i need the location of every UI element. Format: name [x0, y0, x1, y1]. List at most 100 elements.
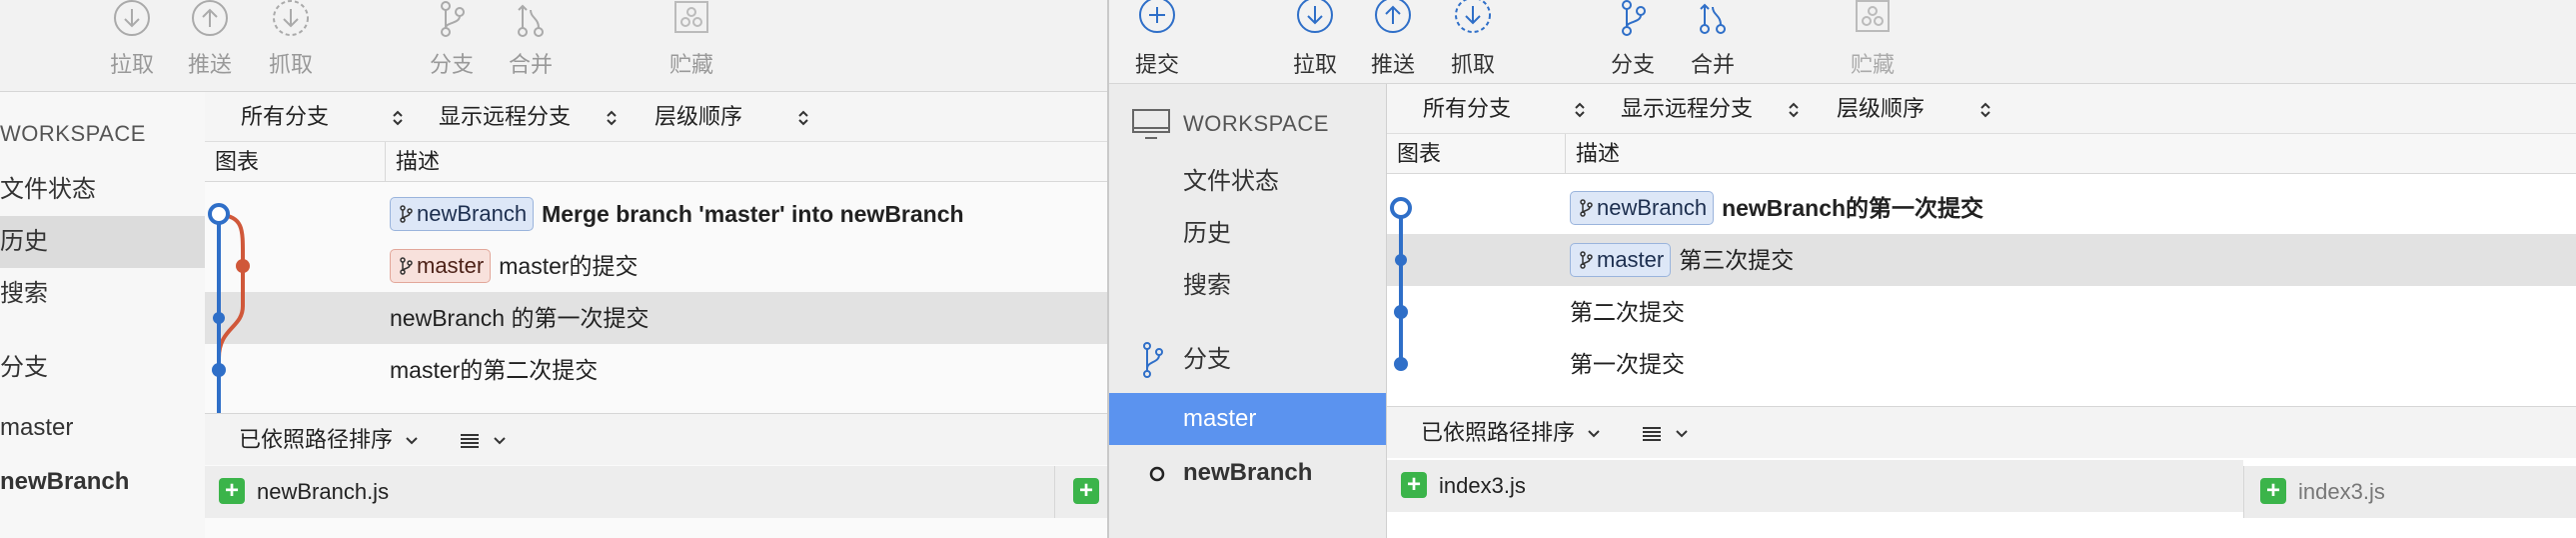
fetch-label: 抓取 — [268, 52, 313, 77]
fetch-icon — [273, 0, 309, 36]
sidebar-item-history[interactable]: 历史 — [0, 216, 205, 268]
all-branches-label: 所有分支 — [241, 104, 330, 129]
show-remote-label: 显示远程分支 — [1621, 96, 1754, 121]
commit-row[interactable]: newBranch Merge branch 'master' into newB… — [205, 188, 1107, 240]
commit-message: master的提交 — [499, 253, 639, 279]
view-mode-menu[interactable] — [459, 414, 507, 466]
branches-label: 分支 — [1183, 346, 1231, 373]
branch-badge: newBranch — [390, 196, 535, 231]
chevron-down-icon — [1676, 430, 1688, 438]
branch-badge-label: newBranch — [417, 200, 528, 226]
pull-label: 拉取 — [1292, 52, 1337, 77]
file-row[interactable]: + newBranch.js — [205, 466, 1054, 518]
pull-icon — [114, 0, 150, 36]
file-row[interactable]: + — [1054, 466, 1107, 518]
commit-row[interactable]: master的第二次提交 — [205, 344, 1107, 396]
branch-icon — [441, 1, 465, 37]
sidebar-workspace-header: WORKSPACE — [0, 121, 146, 146]
commit-graph — [1390, 197, 1412, 371]
sidebar-item-history[interactable]: 历史 — [1109, 208, 1386, 260]
sidebar-branch-master[interactable]: master — [1109, 393, 1386, 445]
branch-badge: master — [390, 248, 492, 283]
pull-button[interactable]: 拉取 — [96, 0, 168, 92]
commit-graph — [208, 203, 250, 413]
commit-row[interactable]: newBranch newBranch的第一次提交 — [1387, 182, 2576, 234]
commit-row[interactable]: master master的提交 — [205, 240, 1107, 292]
push-button[interactable]: 推送 — [174, 0, 246, 92]
sidebar-branches-header[interactable]: 分支 — [1109, 334, 1386, 386]
merge-button[interactable]: 合并 — [1677, 0, 1749, 92]
fetch-button[interactable]: 抓取 — [255, 0, 327, 92]
sidebar-branch-master[interactable]: master — [0, 402, 205, 454]
stash-button[interactable]: 贮藏 — [1837, 0, 1909, 92]
column-header: 图表 描述 — [205, 142, 1107, 182]
sidebar-branches-header[interactable]: 分支 — [0, 342, 205, 394]
order-label: 层级顺序 — [1837, 96, 1926, 121]
sidebar: WORKSPACE 文件状态 历史 搜索 分支 master newBranch — [1109, 84, 1387, 538]
push-button[interactable]: 推送 — [1357, 0, 1429, 92]
merge-button[interactable]: 合并 — [495, 0, 567, 92]
merge-label: 合并 — [508, 52, 553, 77]
branch-button[interactable]: 分支 — [416, 0, 488, 92]
commit-row[interactable]: 第一次提交 — [1387, 338, 2576, 390]
order-select[interactable]: 层级顺序 — [654, 92, 810, 142]
branch-badge: newBranch — [1570, 190, 1715, 225]
show-remote-select[interactable]: 显示远程分支 — [1621, 84, 1801, 134]
column-header: 图表 描述 — [1387, 134, 2576, 174]
added-icon: + — [1073, 478, 1099, 505]
sidebar-item-search[interactable]: 搜索 — [1109, 260, 1386, 312]
branch-button[interactable]: 分支 — [1597, 0, 1669, 92]
all-branches-select[interactable]: 所有分支 — [241, 92, 405, 142]
commit-message: 第一次提交 — [1570, 351, 1685, 377]
description-column-header[interactable]: 描述 — [1565, 134, 2576, 174]
fetch-button[interactable]: 抓取 — [1437, 0, 1509, 92]
added-icon: + — [2260, 478, 2286, 505]
updown-chevron-icon — [1980, 102, 1990, 118]
file-name: index3.js — [1439, 473, 1526, 498]
sidebar-item-file-status[interactable]: 文件状态 — [0, 164, 205, 216]
sort-menu[interactable]: 已依照路径排序 — [1421, 407, 1601, 459]
stash-icon — [674, 1, 708, 33]
sidebar-item-search[interactable]: 搜索 — [0, 268, 205, 320]
toolbar: 提交 拉取 推送 抓取 分支 合并 贮藏 — [1109, 0, 2576, 84]
updown-chevron-icon — [798, 110, 808, 126]
order-select[interactable]: 层级顺序 — [1837, 84, 1992, 134]
branch-label: newBranch — [1183, 459, 1313, 486]
sidebar-item-file-status[interactable]: 文件状态 — [1109, 156, 1386, 208]
added-icon: + — [219, 478, 245, 505]
filter-bar: 所有分支 显示远程分支 层级顺序 — [1387, 84, 2576, 134]
commit-message: 第二次提交 — [1570, 299, 1685, 325]
branch-label: 分支 — [429, 52, 474, 77]
push-label: 推送 — [187, 52, 232, 77]
bottom-bar: 已依照路径排序 — [205, 413, 1107, 465]
branch-badge-label: newBranch — [1597, 194, 1708, 220]
sidebar-branch-newbranch[interactable]: newBranch — [0, 456, 205, 508]
commit-row[interactable]: master 第三次提交 — [1387, 234, 2576, 286]
chevron-down-icon — [1588, 430, 1600, 438]
commit-message: 第三次提交 — [1679, 247, 1795, 273]
graph-column-header[interactable]: 图表 — [1387, 134, 1565, 174]
file-row[interactable]: + index3.js — [2243, 466, 2576, 518]
graph-column-header[interactable]: 图表 — [205, 142, 385, 182]
added-icon: + — [1401, 472, 1427, 499]
view-mode-menu[interactable] — [1641, 407, 1689, 459]
file-row[interactable]: + index3.js — [1387, 460, 2243, 512]
commit-message: master的第二次提交 — [390, 357, 599, 383]
commit-row[interactable]: 第二次提交 — [1387, 286, 2576, 338]
branch-icon — [1580, 198, 1593, 217]
show-remote-select[interactable]: 显示远程分支 — [439, 92, 619, 142]
branch-icon — [1622, 0, 1646, 36]
sort-menu[interactable]: 已依照路径排序 — [239, 414, 419, 466]
commit-row[interactable]: newBranch 的第一次提交 — [205, 292, 1107, 344]
description-column-header[interactable]: 描述 — [385, 142, 1107, 182]
pull-button[interactable]: 拉取 — [1279, 0, 1351, 92]
commit-button[interactable]: 提交 — [1121, 0, 1193, 92]
branch-icon — [1580, 250, 1593, 269]
push-icon — [192, 0, 228, 36]
all-branches-label: 所有分支 — [1423, 96, 1512, 121]
stash-button[interactable]: 贮藏 — [655, 0, 727, 92]
all-branches-select[interactable]: 所有分支 — [1423, 84, 1587, 134]
sidebar-branch-newbranch[interactable]: newBranch — [1109, 447, 1386, 499]
current-branch-icon — [1149, 466, 1165, 482]
merge-icon — [1700, 3, 1726, 34]
